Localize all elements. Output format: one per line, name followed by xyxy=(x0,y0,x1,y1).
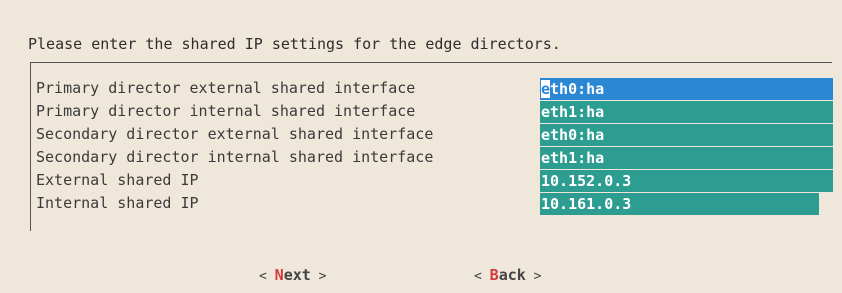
primary-internal-interface-input[interactable]: eth1:ha xyxy=(540,101,833,123)
button-bracket-open: < xyxy=(259,269,275,284)
field-label: Internal shared IP xyxy=(36,194,199,212)
button-label: ext xyxy=(283,266,311,284)
button-bracket-close: > xyxy=(310,269,327,284)
internal-shared-ip-input[interactable]: 10.161.0.3 xyxy=(540,193,819,215)
back-button[interactable]: < Back > xyxy=(474,265,541,287)
field-label: Primary director external shared interfa… xyxy=(36,79,416,97)
button-bracket-open: < xyxy=(474,269,490,284)
field-label: External shared IP xyxy=(36,171,199,189)
field-label: Primary director internal shared interfa… xyxy=(36,102,416,120)
button-bar: < Next > < Back > xyxy=(0,265,842,285)
dialog-prompt: Please enter the shared IP settings for … xyxy=(28,35,561,53)
secondary-internal-interface-input[interactable]: eth1:ha xyxy=(540,147,833,169)
form-frame: Primary director external shared interfa… xyxy=(30,62,833,231)
field-label: Secondary director external shared inter… xyxy=(36,125,434,143)
button-label: ack xyxy=(498,266,526,284)
primary-external-interface-input[interactable]: eth0:ha xyxy=(540,78,833,100)
external-shared-ip-input[interactable]: 10.152.0.3 xyxy=(540,170,833,192)
secondary-external-interface-input[interactable]: eth0:ha xyxy=(540,124,833,146)
hotkey-letter: N xyxy=(274,266,284,284)
text-cursor: e xyxy=(541,80,551,98)
field-value: th0:ha xyxy=(550,80,605,98)
hotkey-letter: B xyxy=(489,266,499,284)
field-label: Secondary director internal shared inter… xyxy=(36,148,434,166)
button-bracket-close: > xyxy=(525,269,542,284)
next-button[interactable]: < Next > xyxy=(259,265,326,287)
